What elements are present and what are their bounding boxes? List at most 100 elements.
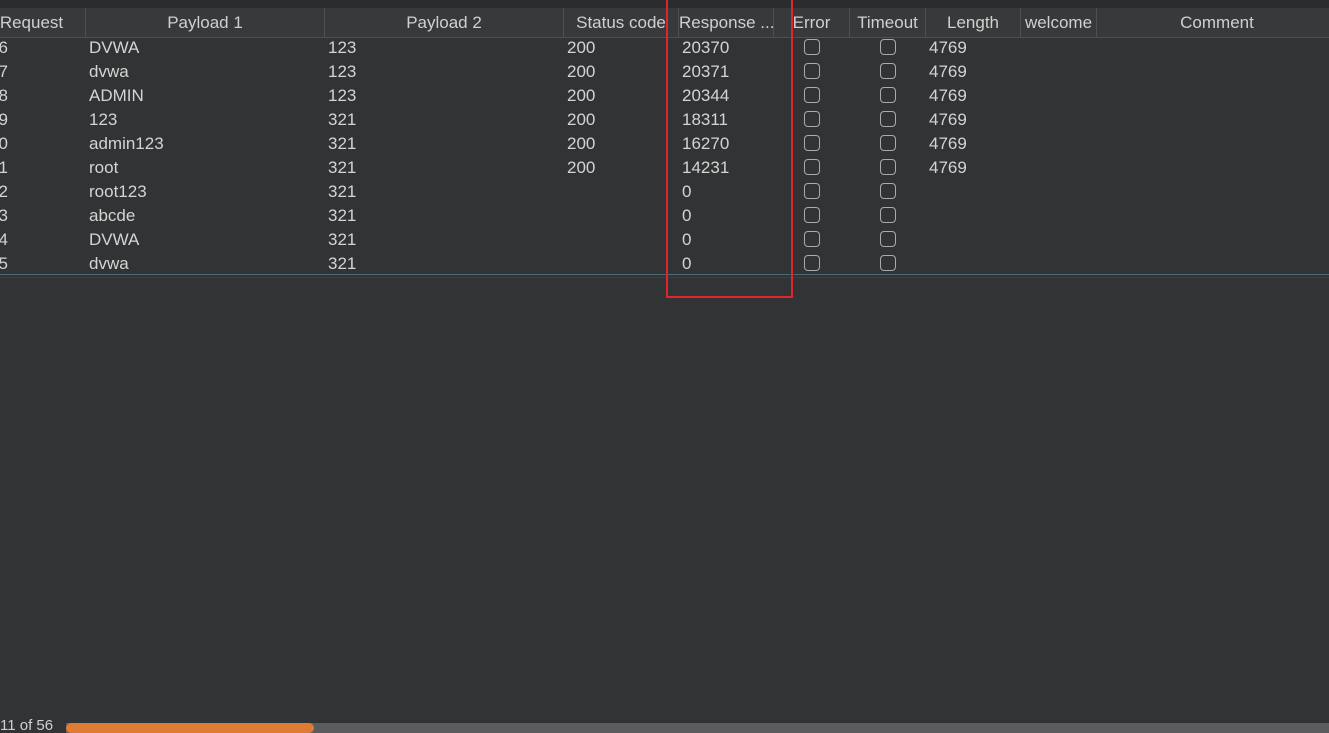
cell-payload-1: dvwa <box>89 62 129 81</box>
cell-response-received: 0 <box>682 254 692 273</box>
cell-request: 8 <box>0 86 8 105</box>
cell-request: 10 <box>0 134 8 153</box>
cell-payload-1: root123 <box>89 182 147 201</box>
cell-payload-1: 123 <box>89 110 118 129</box>
cell-request: 6 <box>0 38 8 57</box>
cell-payload-1: dvwa <box>89 254 129 273</box>
timeout-checkbox[interactable] <box>880 63 896 79</box>
timeout-checkbox[interactable] <box>880 111 896 127</box>
error-checkbox[interactable] <box>804 207 820 223</box>
timeout-checkbox[interactable] <box>880 39 896 55</box>
cell-welcome <box>1024 180 1094 204</box>
table-row[interactable]: 8 ADMIN 123 200 20344 4769 <box>0 84 1329 108</box>
cell-length: 4769 <box>929 38 967 57</box>
cell-comment <box>1100 60 1320 84</box>
timeout-checkbox[interactable] <box>880 135 896 151</box>
cell-length: 4769 <box>929 134 967 153</box>
cell-status-code <box>567 204 667 228</box>
cell-length <box>929 228 1019 252</box>
timeout-checkbox[interactable] <box>880 255 896 271</box>
cell-welcome <box>1024 132 1094 156</box>
cell-welcome <box>1024 156 1094 180</box>
column-header-payload-1[interactable]: Payload 1 <box>86 8 325 37</box>
table-row[interactable]: 6 DVWA 123 200 20370 4769 <box>0 36 1329 60</box>
timeout-checkbox[interactable] <box>880 207 896 223</box>
column-header-status-code[interactable]: Status code <box>564 8 679 37</box>
cell-welcome <box>1024 84 1094 108</box>
cell-length <box>929 180 1019 204</box>
cell-welcome <box>1024 204 1094 228</box>
pane-splitter[interactable] <box>0 277 1329 278</box>
column-header-response-received[interactable]: Response ... <box>679 8 774 37</box>
error-checkbox[interactable] <box>804 111 820 127</box>
cell-payload-2: 321 <box>328 182 357 201</box>
cell-response-received: 0 <box>682 206 692 225</box>
cell-status-code <box>567 180 667 204</box>
column-header-timeout[interactable]: Timeout <box>850 8 926 37</box>
cell-comment <box>1100 36 1320 60</box>
cell-payload-2: 321 <box>328 230 357 249</box>
cell-comment <box>1100 156 1320 180</box>
table-row[interactable]: 10 admin123 321 200 16270 4769 <box>0 132 1329 156</box>
results-table[interactable]: Request Payload 1 Payload 2 Status code … <box>0 8 1329 273</box>
cell-payload-1: admin123 <box>89 134 164 153</box>
error-checkbox[interactable] <box>804 87 820 103</box>
error-checkbox[interactable] <box>804 231 820 247</box>
table-row[interactable]: 14 DVWA 321 0 <box>0 228 1329 252</box>
error-checkbox[interactable] <box>804 183 820 199</box>
cell-payload-1: ADMIN <box>89 86 144 105</box>
attack-progress-bar <box>66 723 1329 733</box>
cell-request: 9 <box>0 110 8 129</box>
column-header-welcome[interactable]: welcome <box>1021 8 1097 37</box>
cell-status-code: 200 <box>567 38 596 57</box>
cell-status-code <box>567 228 667 252</box>
table-row[interactable]: 11 root 321 200 14231 4769 <box>0 156 1329 180</box>
cell-status-code: 200 <box>567 158 596 177</box>
cell-response-received: 20371 <box>682 62 730 81</box>
progress-label: 11 of 56 <box>0 717 54 733</box>
cell-payload-2: 321 <box>328 110 357 129</box>
cell-payload-2: 123 <box>328 86 357 105</box>
cell-status-code: 200 <box>567 134 596 153</box>
cell-welcome <box>1024 252 1094 276</box>
cell-payload-2: 123 <box>328 38 357 57</box>
column-header-error[interactable]: Error <box>774 8 850 37</box>
table-row[interactable]: 13 abcde 321 0 <box>0 204 1329 228</box>
cell-request: 14 <box>0 230 8 249</box>
cell-payload-1: root <box>89 158 119 177</box>
cell-length <box>929 252 1019 276</box>
timeout-checkbox[interactable] <box>880 159 896 175</box>
cell-status-code: 200 <box>567 110 596 129</box>
error-checkbox[interactable] <box>804 135 820 151</box>
cell-length: 4769 <box>929 62 967 81</box>
table-header: Request Payload 1 Payload 2 Status code … <box>0 8 1329 38</box>
error-checkbox[interactable] <box>804 39 820 55</box>
table-row[interactable]: 12 root123 321 0 <box>0 180 1329 204</box>
cell-welcome <box>1024 36 1094 60</box>
table-row[interactable]: 7 dvwa 123 200 20371 4769 <box>0 60 1329 84</box>
cell-welcome <box>1024 228 1094 252</box>
cell-payload-2: 321 <box>328 206 357 225</box>
cell-comment <box>1100 108 1320 132</box>
timeout-checkbox[interactable] <box>880 87 896 103</box>
cell-request: 11 <box>0 158 8 177</box>
intruder-results-window: Request Payload 1 Payload 2 Status code … <box>0 0 1329 733</box>
column-header-payload-2[interactable]: Payload 2 <box>325 8 564 37</box>
error-checkbox[interactable] <box>804 255 820 271</box>
column-header-request[interactable]: Request <box>0 8 86 37</box>
error-checkbox[interactable] <box>804 159 820 175</box>
cell-response-received: 20370 <box>682 38 730 57</box>
table-row[interactable]: 15 dvwa 321 0 <box>0 252 1329 276</box>
table-row[interactable]: 9 123 321 200 18311 4769 <box>0 108 1329 132</box>
cell-comment <box>1100 204 1320 228</box>
attack-progress-fill <box>66 723 314 733</box>
error-checkbox[interactable] <box>804 63 820 79</box>
column-header-length[interactable]: Length <box>926 8 1021 37</box>
cell-length: 4769 <box>929 86 967 105</box>
column-header-comment[interactable]: Comment <box>1097 8 1329 37</box>
cell-status-code: 200 <box>567 86 596 105</box>
cell-payload-2: 123 <box>328 62 357 81</box>
cell-payload-1: DVWA <box>89 38 140 57</box>
timeout-checkbox[interactable] <box>880 183 896 199</box>
timeout-checkbox[interactable] <box>880 231 896 247</box>
